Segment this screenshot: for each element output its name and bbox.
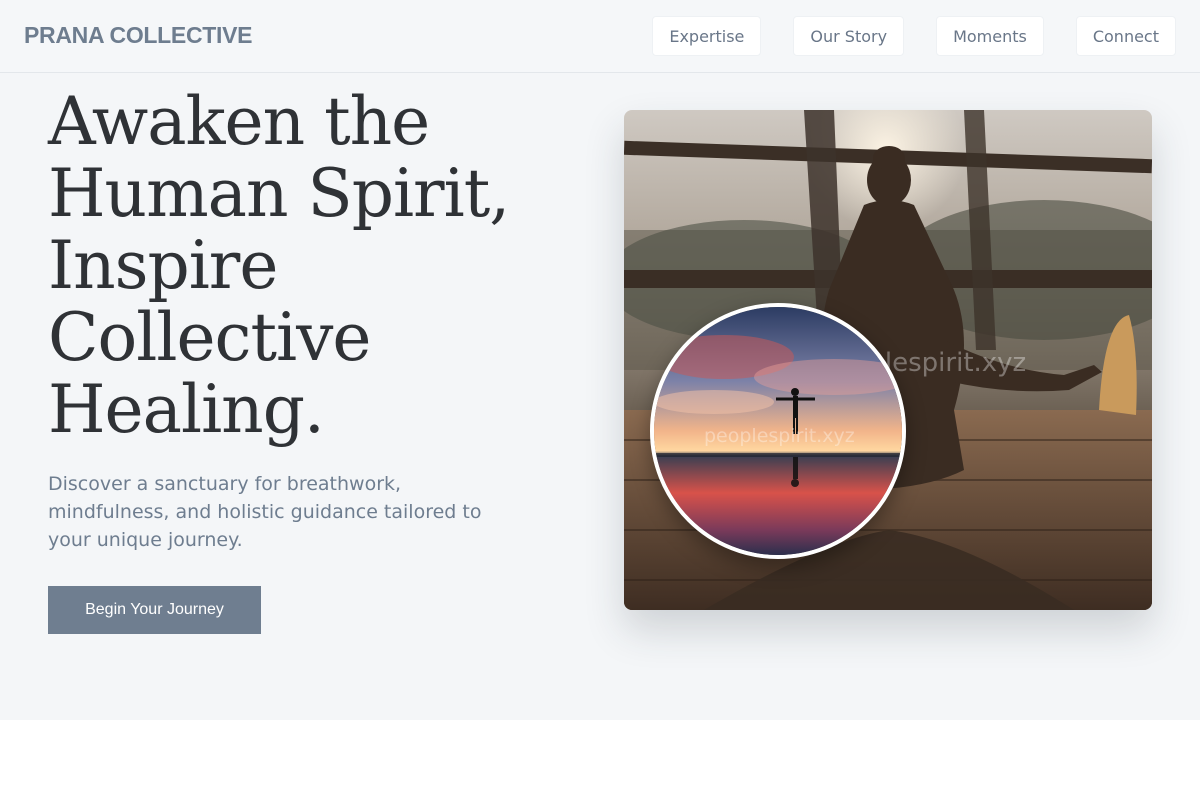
sunset-inset-photo-art [654, 307, 902, 555]
sunset-inset-photo: peoplespirit.xyz [650, 303, 906, 559]
nav-expertise-link[interactable]: Expertise [652, 16, 762, 56]
brand-logo[interactable]: PRANA COLLECTIVE [24, 22, 252, 49]
nav-our-story-link[interactable]: Our Story [793, 16, 905, 56]
hero-subtitle: Discover a sanctuary for breathwork, min… [48, 473, 482, 551]
hero-title-line: Awaken the [48, 83, 430, 160]
hero-title-line: Human Spirit, [48, 155, 510, 232]
hero-title-line: Healing. [48, 371, 325, 448]
nav-connect-link[interactable]: Connect [1075, 16, 1176, 56]
hero-title: Awaken the Human Spirit, Inspire Collect… [48, 86, 568, 446]
top-nav: PRANA COLLECTIVE Expertise Our Story Mom… [0, 0, 1200, 73]
begin-journey-button[interactable]: Begin Your Journey [48, 586, 261, 634]
nav-moments-link[interactable]: Moments [936, 16, 1044, 56]
hero-title-line: Collective [48, 299, 371, 376]
hero-title-line: Inspire [48, 227, 278, 304]
nav-links: Expertise Our Story Moments Connect [652, 16, 1176, 56]
